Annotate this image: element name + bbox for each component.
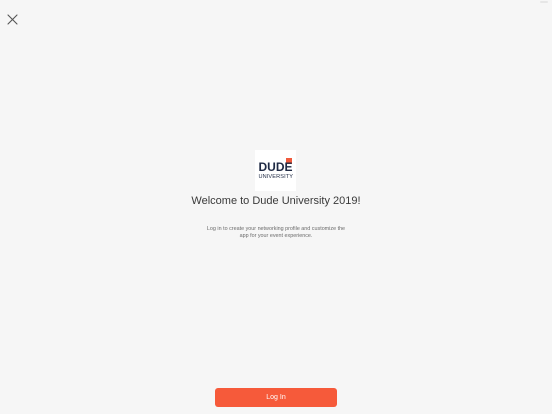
status-indicator [540, 1, 548, 3]
login-button[interactable]: Log In [215, 388, 337, 407]
welcome-subtitle: Log in to create your networking profile… [206, 226, 346, 239]
app-logo: DUDE UNIVERSITY [255, 150, 296, 191]
logo-wordmark: DUDE [258, 159, 293, 174]
close-icon [6, 13, 18, 25]
status-strip [0, 0, 552, 4]
close-button[interactable] [4, 11, 20, 27]
login-screen: DUDE UNIVERSITY Welcome to Dude Universi… [0, 0, 552, 414]
logo-mark: DUDE UNIVERSITY [258, 157, 294, 184]
welcome-title: Welcome to Dude University 2019! [191, 195, 361, 207]
logo-subword: UNIVERSITY [258, 173, 294, 180]
